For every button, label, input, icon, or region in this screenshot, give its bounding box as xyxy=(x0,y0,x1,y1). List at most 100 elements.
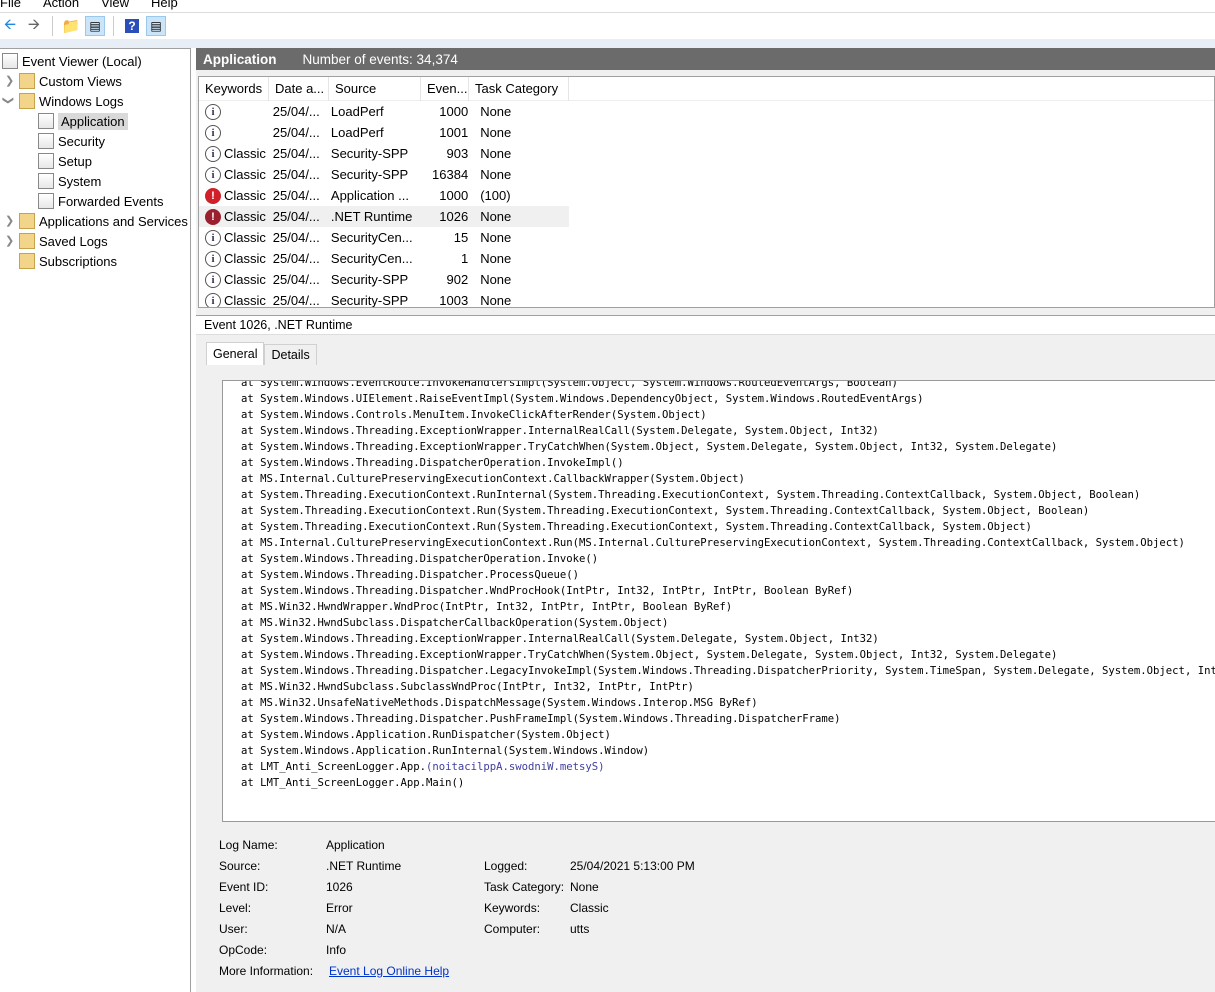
source-cell: Security-SPP xyxy=(330,167,409,182)
subscriptions-icon xyxy=(19,253,35,269)
tree-label: Application xyxy=(58,112,128,130)
col-source[interactable]: Source xyxy=(329,77,421,101)
trace-line: at MS.Win32.HwndSubclass.DispatcherCallb… xyxy=(241,617,669,629)
col-keywords[interactable]: Keywords xyxy=(199,77,269,101)
tree-label: Subscriptions xyxy=(39,253,118,269)
tree-system[interactable]: System xyxy=(38,171,101,191)
col-event-id[interactable]: Even... xyxy=(421,77,469,101)
keywords-cell: i Classic xyxy=(199,292,267,308)
info-icon: i xyxy=(205,271,221,288)
tree-security[interactable]: Security xyxy=(38,131,105,151)
task-category-cell: None xyxy=(480,167,512,182)
task-category-cell: None xyxy=(480,230,512,245)
date-cell: 25/04/... xyxy=(272,251,320,266)
online-help-link[interactable]: Event Log Online Help xyxy=(329,964,449,978)
tab-general[interactable]: General xyxy=(206,342,265,365)
detail-tabs: General Details xyxy=(206,342,317,365)
keywords-text: Classic xyxy=(224,293,266,308)
col-date[interactable]: Date a... xyxy=(269,77,329,101)
tree-application[interactable]: Application xyxy=(38,111,128,131)
chevron-right-icon[interactable]: ❯ xyxy=(5,234,14,247)
table-row[interactable]: ! Classic 25/04/... Application ... 1000 … xyxy=(199,185,569,206)
trace-line: at System.Windows.Threading.Dispatcher.P… xyxy=(241,713,841,725)
events-table[interactable]: Keywords Date a... Source Even... Task C… xyxy=(198,76,1215,308)
keywords-text: Classic xyxy=(224,188,266,203)
menu-bar: File Action View Help xyxy=(0,0,178,11)
table-row[interactable]: i Classic 25/04/... SecurityCen... 15 Non… xyxy=(199,227,569,248)
event-description[interactable]: at System.Windows.EventRoute.InvokeHandl… xyxy=(222,380,1215,822)
label: Logged: xyxy=(484,859,528,873)
tree-setup[interactable]: Setup xyxy=(38,151,92,171)
date-cell: 25/04/... xyxy=(272,167,320,182)
col-task-category[interactable]: Task Category xyxy=(469,77,569,101)
table-row[interactable]: i Classic 25/04/... Security-SPP 16384 No… xyxy=(199,164,569,185)
table-row[interactable]: ! Classic 25/04/... .NET Runtime 1026 Non… xyxy=(199,206,569,227)
back-icon[interactable]: 🡨 xyxy=(0,16,20,36)
toolbar: 🡨 🡪 📁 ▤ ? ▤ xyxy=(0,12,1215,39)
trace-line: at System.Windows.Controls.MenuItem.Invo… xyxy=(241,409,707,421)
tree-root[interactable]: Event Viewer (Local) xyxy=(2,51,142,71)
source-cell: SecurityCen... xyxy=(330,230,413,245)
table-row[interactable]: i Classic 25/04/... Security-SPP 902 None xyxy=(199,269,569,290)
up-folder-icon[interactable]: 📁 xyxy=(61,16,81,36)
help-icon[interactable]: ? xyxy=(122,16,142,36)
tree-forwarded-events[interactable]: Forwarded Events xyxy=(38,191,164,211)
chevron-right-icon[interactable]: ❯ xyxy=(5,214,14,227)
keywords-text: Classic xyxy=(224,251,266,266)
trace-line: at System.Windows.EventRoute.InvokeHandl… xyxy=(241,380,898,389)
menu-help[interactable]: Help xyxy=(151,0,178,11)
label: OpCode: xyxy=(219,943,268,957)
trace-line: at System.Windows.Threading.DispatcherOp… xyxy=(241,457,624,469)
source-cell: Security-SPP xyxy=(330,272,409,287)
source-cell: Application ... xyxy=(330,188,409,203)
info-icon: i xyxy=(205,124,221,141)
log-icon xyxy=(38,173,54,189)
table-row[interactable]: i 25/04/... LoadPerf 1001 None xyxy=(199,122,569,143)
table-row[interactable]: i Classic 25/04/... SecurityCen... 1 None xyxy=(199,248,569,269)
forward-icon[interactable]: 🡪 xyxy=(24,16,44,36)
show-hide-tree-icon[interactable]: ▤ xyxy=(85,16,105,36)
tab-details[interactable]: Details xyxy=(264,344,317,365)
source-cell: Security-SPP xyxy=(330,293,409,308)
table-row[interactable]: i Classic 25/04/... Security-SPP 1003 Non… xyxy=(199,290,569,308)
task-category-value: None xyxy=(570,880,599,894)
table-row[interactable]: i Classic 25/04/... Security-SPP 903 None xyxy=(199,143,569,164)
toolbar-band xyxy=(0,39,1215,48)
tree-subscriptions[interactable]: Subscriptions xyxy=(19,251,117,271)
chevron-down-icon[interactable]: ❯ xyxy=(2,96,15,105)
trace-line: at System.Windows.Application.RunInterna… xyxy=(241,745,650,757)
menu-file[interactable]: File xyxy=(0,0,21,11)
event-id-cell: 1001 xyxy=(439,125,469,140)
date-cell: 25/04/... xyxy=(272,125,320,140)
trace-line: at MS.Win32.HwndWrapper.WndProc(IntPtr, … xyxy=(241,601,733,613)
table-row[interactable]: i 25/04/... LoadPerf 1000 None xyxy=(199,101,569,122)
tree-saved-logs[interactable]: Saved Logs xyxy=(19,231,108,251)
log-icon xyxy=(38,193,54,209)
task-category-cell: None xyxy=(480,251,512,266)
task-category-cell: None xyxy=(480,272,512,287)
event-id-cell: 15 xyxy=(453,230,469,245)
show-hide-action-pane-icon[interactable]: ▤ xyxy=(146,16,166,36)
event-id-cell: 16384 xyxy=(432,167,469,182)
keywords-cell: i Classic xyxy=(199,145,267,162)
trace-line: at System.Windows.Threading.Dispatcher.W… xyxy=(241,585,854,597)
date-cell: 25/04/... xyxy=(272,188,320,203)
trace-line: at MS.Internal.CulturePreservingExecutio… xyxy=(241,537,1185,549)
date-cell: 25/04/... xyxy=(272,230,320,245)
menu-view[interactable]: View xyxy=(101,0,129,11)
tree-label: Event Viewer (Local) xyxy=(22,53,142,69)
main-pane: Application Number of events: 34,374 Keyw… xyxy=(196,48,1215,992)
label: Keywords: xyxy=(484,901,541,915)
chevron-right-icon[interactable]: ❯ xyxy=(5,74,14,87)
tree-applications-and-services[interactable]: Applications and Services xyxy=(19,211,188,231)
tree-label: Custom Views xyxy=(39,73,122,89)
tree-custom-views[interactable]: Custom Views xyxy=(19,71,122,91)
label: Source: xyxy=(219,859,261,873)
label: Event ID: xyxy=(219,880,269,894)
event-detail-title: Event 1026, .NET Runtime xyxy=(196,315,1215,335)
task-category-cell: None xyxy=(480,104,512,119)
menu-action[interactable]: Action xyxy=(43,0,79,11)
label: Task Category: xyxy=(484,880,565,894)
tree-windows-logs[interactable]: Windows Logs xyxy=(19,91,124,111)
trace-line: at MS.Internal.CulturePreservingExecutio… xyxy=(241,473,745,485)
